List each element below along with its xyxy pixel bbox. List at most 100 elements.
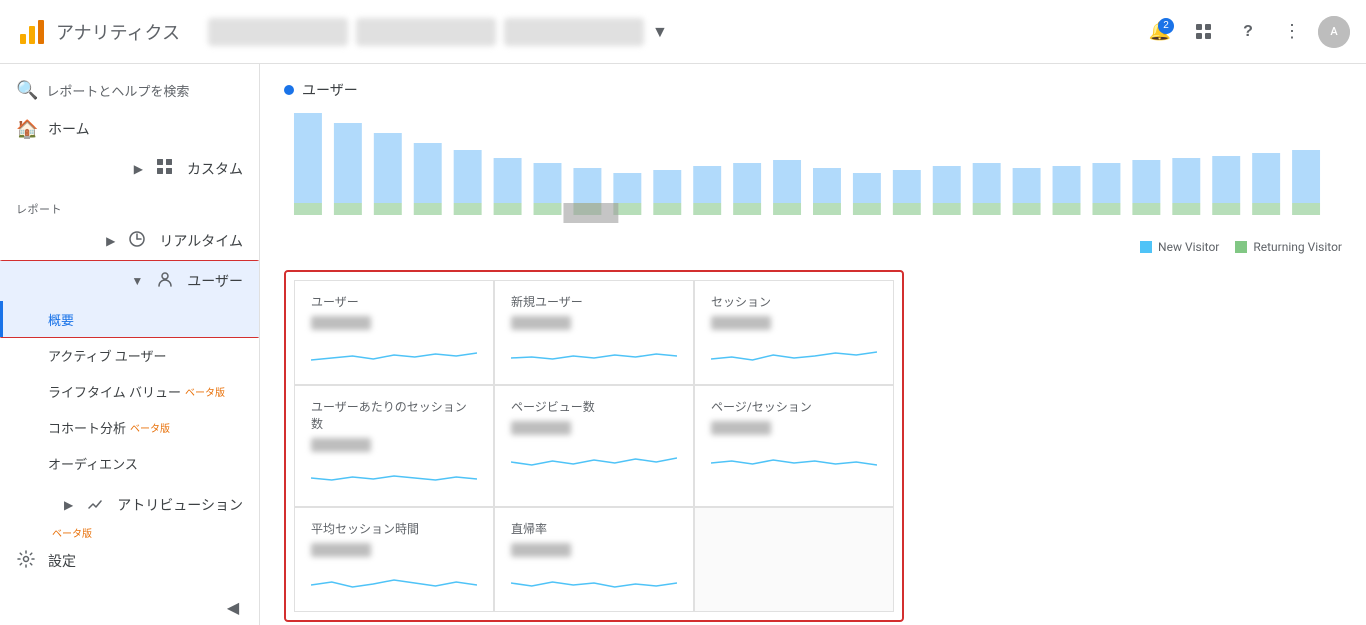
realtime-icon [127, 230, 147, 253]
search-icon: 🔍 [16, 80, 38, 101]
user-label: ユーザー [187, 271, 243, 291]
metrics-grid: ユーザー 新規ユーザー セッション [294, 280, 894, 612]
app-body: 🔍 レポートとヘルプを検索 🏠 ホーム ▶ カスタム レポート ▶ [0, 64, 1366, 625]
chart-dot [284, 85, 294, 95]
settings-label: 設定 [48, 551, 76, 571]
sidebar-item-settings[interactable]: 設定 [0, 541, 259, 581]
sidebar: 🔍 レポートとヘルプを検索 🏠 ホーム ▶ カスタム レポート ▶ [0, 64, 260, 625]
metric-value-users [311, 316, 371, 330]
active-users-label: アクティブ ユーザー [48, 346, 167, 365]
metric-title-new-users: 新規ユーザー [511, 293, 677, 310]
sidebar-item-attribution[interactable]: ▶ アトリビューション [0, 485, 259, 525]
sidebar-subitem-lifetime[interactable]: ライフタイム バリュー ベータ版 [0, 373, 259, 409]
home-icon: 🏠 [16, 119, 36, 140]
metric-card-pageviews[interactable]: ページビュー数 [494, 385, 694, 507]
realtime-label: リアルタイム [159, 231, 243, 251]
metric-title-pages-per-session: ページ/セッション [711, 398, 877, 415]
metric-card-empty [694, 507, 894, 612]
main-content: ユーザー [260, 64, 1366, 625]
avatar-initial: A [1318, 16, 1350, 48]
cohort-beta-tag: ベータ版 [130, 420, 170, 435]
metric-card-sessions[interactable]: セッション [694, 280, 894, 385]
metric-card-new-users[interactable]: 新規ユーザー [494, 280, 694, 385]
sparkline-pages-per-session [711, 443, 877, 473]
custom-label: カスタム [187, 159, 243, 179]
notifications-button[interactable]: 🔔 2 [1142, 14, 1178, 50]
logo-area: アナリティクス [16, 16, 180, 48]
metric-title-pageviews: ページビュー数 [511, 398, 677, 415]
legend-new-visitor: New Visitor [1140, 240, 1219, 254]
metric-title-sessions-per-user: ユーザーあたりのセッション数 [311, 398, 477, 432]
sidebar-item-custom[interactable]: ▶ カスタム [0, 149, 259, 189]
metric-card-users[interactable]: ユーザー [294, 280, 494, 385]
metric-title-users: ユーザー [311, 293, 477, 310]
metric-title-bounce-rate: 直帰率 [511, 520, 677, 537]
overview-label: 概要 [48, 310, 74, 329]
bar-chart [284, 108, 1342, 228]
account-selector-1[interactable] [208, 18, 348, 46]
new-visitor-box [1140, 241, 1152, 253]
chart-title: ユーザー [302, 80, 358, 100]
sidebar-subitem-overview[interactable]: 概要 [0, 301, 259, 337]
account-bar[interactable]: ▼ [208, 18, 1130, 46]
realtime-expand-icon: ▶ [106, 234, 115, 248]
sidebar-subitem-cohort[interactable]: コホート分析 ベータ版 [0, 409, 259, 445]
user-section-highlight: ▼ ユーザー 概要 [0, 261, 259, 337]
cohort-label: コホート分析 [48, 418, 126, 437]
attribution-expand-icon: ▶ [64, 498, 73, 512]
metric-card-sessions-per-user[interactable]: ユーザーあたりのセッション数 [294, 385, 494, 507]
notification-badge: 2 [1158, 18, 1174, 34]
new-visitor-label: New Visitor [1158, 240, 1219, 254]
sidebar-subitem-audience[interactable]: オーディエンス [0, 445, 259, 481]
bar-chart-svg [284, 108, 1342, 228]
sidebar-search[interactable]: 🔍 レポートとヘルプを検索 [0, 72, 259, 109]
analytics-logo-icon [16, 16, 48, 48]
audience-label: オーディエンス [48, 454, 138, 473]
sparkline-pageviews [511, 443, 677, 473]
sidebar-item-user[interactable]: ▼ ユーザー [0, 261, 259, 301]
attribution-icon [85, 494, 105, 517]
attribution-beta-area: ベータ版 [0, 525, 259, 541]
custom-expand-icon: ▶ [134, 162, 143, 176]
metric-card-bounce-rate[interactable]: 直帰率 [494, 507, 694, 612]
more-icon: ⋮ [1283, 21, 1301, 42]
sidebar-item-realtime[interactable]: ▶ リアルタイム [0, 221, 259, 261]
home-label: ホーム [48, 119, 90, 139]
sidebar-collapse-button[interactable]: ◀ [215, 589, 251, 625]
help-button[interactable]: ? [1230, 14, 1266, 50]
metric-card-avg-session[interactable]: 平均セッション時間 [294, 507, 494, 612]
account-dropdown-icon[interactable]: ▼ [652, 22, 668, 42]
user-icon [155, 270, 175, 293]
user-avatar[interactable]: A [1318, 16, 1350, 48]
attribution-label: アトリビューション [117, 495, 243, 515]
lifetime-label: ライフタイム バリュー [48, 382, 181, 401]
reports-section-label: レポート [0, 189, 259, 221]
metric-value-bounce-rate [511, 543, 571, 557]
grid-icon [1195, 23, 1213, 41]
sparkline-avg-session [311, 565, 477, 595]
apps-grid-button[interactable] [1186, 14, 1222, 50]
account-selector-2[interactable] [356, 18, 496, 46]
metric-value-pageviews [511, 421, 571, 435]
chart-legend: New Visitor Returning Visitor [284, 240, 1342, 254]
search-text: レポートとヘルプを検索 [46, 81, 189, 100]
settings-icon [16, 550, 36, 573]
metric-value-sessions-per-user [311, 438, 371, 452]
custom-icon [155, 158, 175, 181]
metric-card-pages-per-session[interactable]: ページ/セッション [694, 385, 894, 507]
attribution-beta-tag: ベータ版 [52, 529, 92, 540]
metrics-grid-wrapper: ユーザー 新規ユーザー セッション [284, 270, 904, 622]
sparkline-sessions [711, 338, 877, 368]
lifetime-beta-tag: ベータ版 [185, 384, 225, 399]
returning-visitor-box [1235, 241, 1247, 253]
sidebar-item-home[interactable]: 🏠 ホーム [0, 109, 259, 149]
returning-visitor-label: Returning Visitor [1253, 240, 1342, 254]
metric-title-sessions: セッション [711, 293, 877, 310]
account-selector-3[interactable] [504, 18, 644, 46]
metric-value-pages-per-session [711, 421, 771, 435]
more-options-button[interactable]: ⋮ [1274, 14, 1310, 50]
sparkline-bounce-rate [511, 565, 677, 595]
metric-value-avg-session [311, 543, 371, 557]
sidebar-subitem-active-users[interactable]: アクティブ ユーザー [0, 337, 259, 373]
header-right-actions: 🔔 2 ? ⋮ A [1142, 14, 1350, 50]
